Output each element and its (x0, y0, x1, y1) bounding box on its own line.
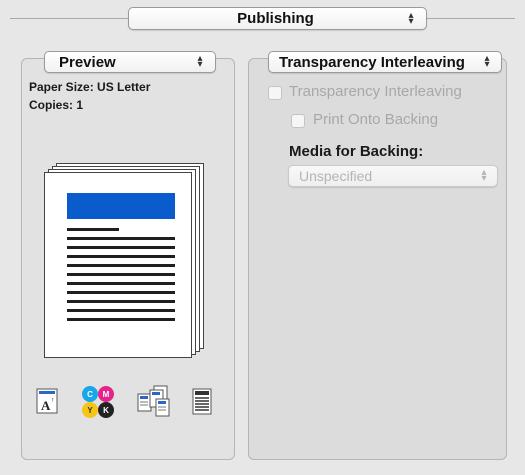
text-line (67, 255, 175, 258)
up-down-arrows-icon: ▴ ▾ (408, 9, 414, 27)
print-onto-backing-checkbox[interactable] (291, 114, 305, 128)
text-icon-letter: A (41, 398, 51, 413)
text-line (67, 246, 175, 249)
media-for-backing-label: Media for Backing: (289, 143, 424, 160)
interleaving-checkbox-label: Transparency Interleaving (289, 83, 462, 100)
copies-text: Copies: 1 (29, 98, 84, 112)
transparency-popup[interactable]: Transparency Interleaving ▴ ▾ (268, 51, 502, 73)
up-down-arrows-icon: ▴ ▾ (484, 53, 490, 70)
yellow-letter: Y (87, 406, 93, 415)
paper-size-text: Paper Size: US Letter (29, 80, 151, 94)
front-page (44, 172, 192, 358)
media-select-value: Unspecified (299, 168, 373, 184)
up-down-arrows-icon: ▴ ▾ (197, 53, 203, 70)
cmyk-color-icon[interactable]: C M Y K (81, 385, 115, 419)
text-line (67, 291, 175, 294)
text-line (67, 300, 175, 303)
page-preview (44, 163, 206, 358)
text-line (67, 264, 175, 267)
text-orientation-icon[interactable]: A ↑ (36, 388, 58, 414)
preview-popup[interactable]: Preview ▴ ▾ (44, 51, 216, 73)
text-line (67, 237, 175, 240)
print-onto-backing-label: Print Onto Backing (313, 111, 439, 128)
text-line (67, 273, 175, 276)
transparency-popup-label: Transparency Interleaving (279, 53, 465, 71)
interleaving-checkbox[interactable] (268, 86, 282, 100)
media-for-backing-select[interactable]: Unspecified ▴ ▾ (288, 165, 498, 187)
page-header-block (67, 193, 175, 219)
black-letter: K (103, 406, 109, 415)
text-line (67, 309, 175, 312)
magenta-letter: M (103, 390, 110, 399)
section-popup[interactable]: Publishing ▴ ▾ (128, 7, 427, 30)
section-popup-label: Publishing (237, 10, 314, 27)
text-line (67, 282, 175, 285)
text-line (67, 318, 175, 321)
svg-text:↑: ↑ (51, 397, 55, 404)
cyan-letter: C (87, 390, 93, 399)
preview-popup-label: Preview (59, 53, 116, 71)
up-down-arrows-icon: ▴ ▾ (481, 167, 487, 184)
text-line (67, 228, 119, 231)
page-layout-icon[interactable] (136, 384, 172, 418)
document-lines-icon[interactable] (192, 388, 212, 415)
